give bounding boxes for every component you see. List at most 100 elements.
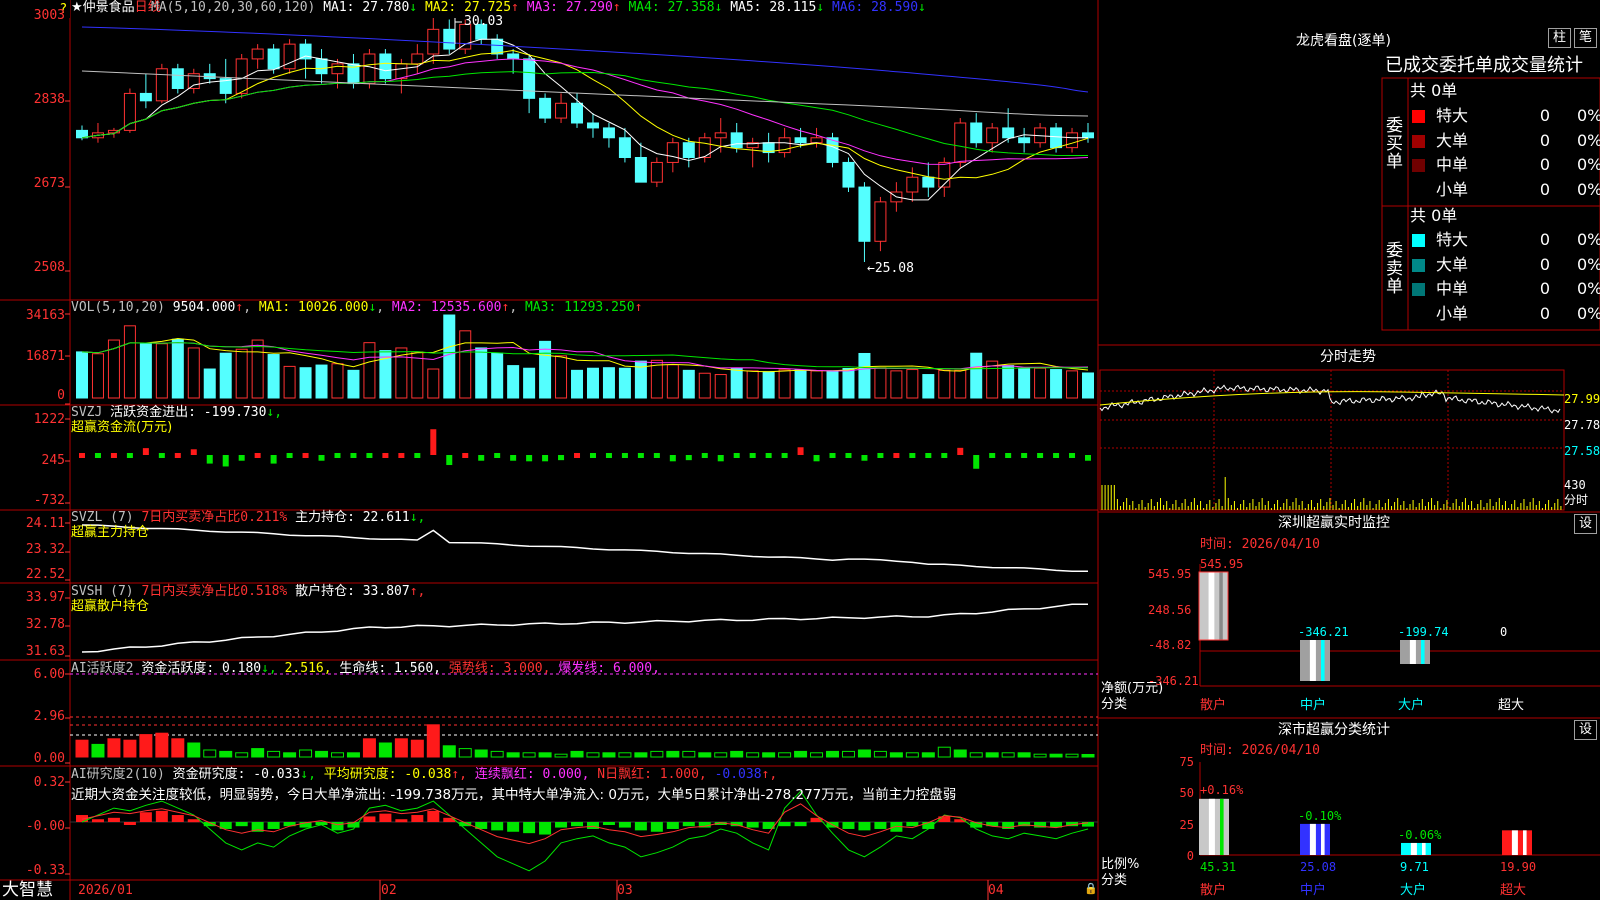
ai1-bar: [346, 752, 360, 758]
lock-icon[interactable]: 🔒: [1084, 882, 1098, 896]
dist-ytick-2: 25: [1179, 818, 1194, 832]
volume-bar: [507, 365, 520, 399]
volume-bar: [762, 371, 775, 399]
svzj-bar: [494, 453, 501, 458]
svzj-bar: [79, 453, 85, 458]
candle-body: [906, 176, 919, 193]
dist-change-2: -0.06%: [1398, 828, 1442, 842]
volume-bar: [922, 374, 935, 399]
ai1-bar: [378, 742, 392, 758]
star-icon[interactable]: ★: [71, 0, 83, 15]
volume-bar: [475, 347, 488, 399]
buy-row-pct: 0%: [1577, 106, 1600, 125]
ai1-bar: [826, 750, 840, 758]
ai1-bar: [554, 753, 568, 758]
ai1-bar: [762, 752, 776, 758]
volume-bar: [682, 369, 695, 399]
ai1-bar: [841, 750, 855, 758]
monitor-xlabel: 分类: [1101, 697, 1128, 712]
ai2-bar: [906, 822, 919, 827]
svzj-bar: [270, 455, 277, 464]
svzl-legend: SVZL (7) 7日内买卖净占比0.211% 主力持仓: 22.611↓,: [71, 510, 426, 525]
buy-row-name: 特大: [1436, 106, 1469, 125]
volume-bar: [76, 351, 88, 399]
volume-bar: [1034, 367, 1047, 399]
fs-unit: 分时: [1564, 493, 1589, 507]
ai2-bar: [491, 822, 504, 831]
buy-row-name: 小单: [1436, 179, 1469, 199]
svzj-bar: [142, 448, 149, 455]
dist-bar-3-shade: [1523, 830, 1527, 855]
brand-logo[interactable]: 大智慧: [2, 881, 53, 900]
buy-total: 共 0单: [1410, 81, 1458, 100]
volume-bar: [347, 369, 360, 399]
ytick-main-2: 2673: [33, 176, 65, 191]
sell-row-name: 小单: [1436, 303, 1469, 323]
svzj-bar: [813, 455, 820, 462]
ai2-bar: [778, 822, 791, 827]
svzj-bar: [781, 453, 788, 458]
monitor-settings-button[interactable]: 设: [1574, 514, 1597, 534]
ma-legend: MA(5,10,20,30,60,120) MA1: 27.780↓ MA2: …: [151, 0, 926, 15]
svzj-bar: [717, 455, 724, 462]
svzj-bar: [126, 453, 133, 458]
monitor-cat-1: 中户: [1300, 698, 1327, 713]
buy-row-name: 中单: [1436, 155, 1469, 174]
svzj-bar: [605, 453, 612, 458]
candle-body: [379, 53, 392, 80]
ai2-bar: [842, 822, 855, 829]
monitor-cat-2: 大户: [1398, 698, 1425, 713]
svzj-bar: [909, 453, 916, 458]
svzj-bar: [222, 455, 229, 467]
ai1-bar: [698, 752, 712, 758]
ai1-bar: [794, 750, 808, 758]
candle-body: [267, 48, 280, 70]
candle-body: [874, 201, 887, 242]
svzj-bar: [1005, 453, 1012, 458]
volume-bar: [491, 352, 504, 399]
ai2-bar: [602, 822, 615, 825]
svzj-sub: 超赢资金流(万元): [71, 420, 173, 435]
ai2-bar: [395, 819, 408, 823]
buy-row-count: 0: [1539, 106, 1550, 125]
dist-settings-button[interactable]: 设: [1574, 720, 1597, 740]
xaxis-label-1: 02: [381, 883, 397, 898]
volume-bar: [219, 352, 232, 399]
buy-swatch-2: [1412, 159, 1425, 172]
candle-body: [395, 63, 408, 80]
svzj-bar: [989, 453, 996, 458]
dist-cat-3: 超大: [1500, 883, 1527, 898]
volume-bar: [427, 368, 440, 399]
ai1-bar: [1001, 752, 1015, 758]
ai1-bar: [155, 732, 169, 758]
buy-row-count: 0: [1539, 130, 1550, 150]
ai1-legend: AI活跃度2 资金活跃度: 0.180↓, 2.516, 生命线: 1.560,…: [71, 661, 660, 676]
svzj-bar: [510, 455, 517, 461]
ai2-bar: [187, 819, 200, 823]
ai1-bar: [969, 752, 983, 758]
ytick-ai1-1: 2.96: [33, 709, 65, 724]
ai2-bar: [363, 816, 376, 822]
svzj-bar: [446, 455, 453, 466]
volume-bar: [858, 352, 871, 399]
ai1-bar: [219, 750, 233, 758]
buy-row-name: 大单: [1436, 130, 1469, 150]
ytick-vol-1: 16871: [25, 349, 65, 364]
ytick-svzj-1: 245: [41, 453, 65, 468]
bar-mode-button[interactable]: 柱: [1548, 28, 1571, 48]
ai1-bar: [937, 746, 951, 758]
fs-price-0: 27.99: [1564, 392, 1600, 406]
volume-bar: [810, 370, 823, 399]
dist-bar-2-hi: [1410, 842, 1417, 855]
ai2-bar: [123, 822, 136, 825]
lhb-title: 龙虎看盘(逐单): [1296, 33, 1391, 49]
candle-body: [507, 53, 520, 60]
tick-mode-button[interactable]: 笔: [1574, 28, 1597, 48]
svzj-bar: [478, 455, 485, 461]
ai1-bar: [283, 752, 297, 758]
ytick-ai2-0: 0.32: [33, 775, 65, 790]
monitor-val-0: 545.95: [1200, 557, 1244, 571]
candle-body: [1082, 132, 1094, 139]
ai1-bar: [394, 738, 408, 758]
volume-bar: [459, 330, 472, 399]
